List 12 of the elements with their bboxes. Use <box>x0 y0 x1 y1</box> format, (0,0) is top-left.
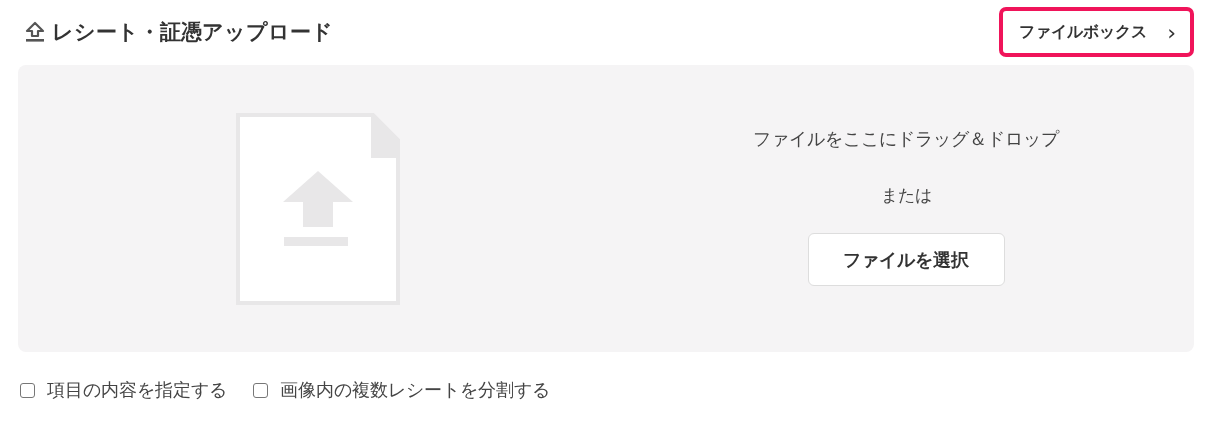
checkbox-label: 画像内の複数レシートを分割する <box>280 378 550 402</box>
select-file-button[interactable]: ファイルを選択 <box>807 233 1005 286</box>
separator-text: または <box>880 184 932 207</box>
checkbox[interactable] <box>253 382 268 398</box>
file-upload-icon <box>236 112 400 305</box>
checkbox-label: 項目の内容を指定する <box>47 378 227 402</box>
upload-icon <box>24 21 46 43</box>
checkbox[interactable] <box>20 382 35 398</box>
drop-zone[interactable]: ファイルをここにドラッグ＆ドロップ または ファイルを選択 <box>18 65 1194 352</box>
drop-instruction: ファイルをここにドラッグ＆ドロップ <box>753 127 1059 151</box>
page-title: レシート・証憑アップロード <box>52 19 333 46</box>
file-box-link[interactable]: ファイルボックス › <box>999 7 1194 57</box>
